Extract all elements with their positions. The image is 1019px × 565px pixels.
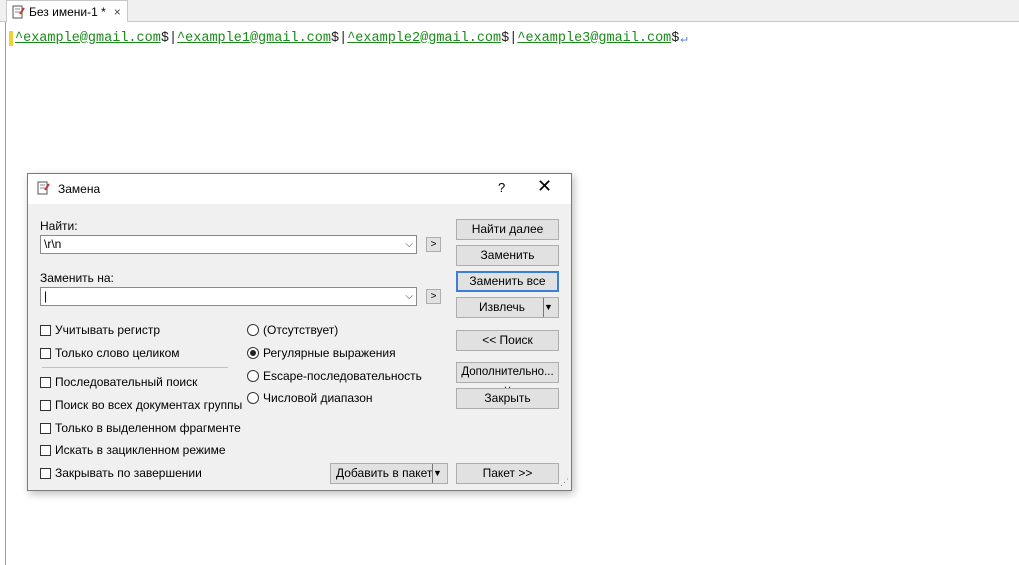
checkbox-label: Учитывать регистр (55, 323, 161, 337)
more-options-button[interactable]: Дополнительно... ˅ (456, 362, 559, 397)
checkbox-label: Искать в зацикленном режиме (55, 443, 226, 457)
radio-button[interactable] (247, 392, 259, 404)
pipe-separator: | (509, 30, 518, 46)
tab-bar: Без имени-1 * × (0, 0, 1019, 22)
editor-line-1: ^example@gmail.com $ | ^example1@gmail.com $… (9, 30, 688, 46)
anchor-end: $ (330, 30, 340, 46)
replace-button[interactable]: Заменить (456, 245, 559, 266)
regex-token: ^example2@gmail.com (347, 30, 502, 46)
current-line-marker (9, 30, 13, 46)
anchor-end: $ (160, 30, 169, 46)
radio-none[interactable]: (Отсутствует) (247, 323, 338, 337)
add-to-batch-label: Добавить в пакет (336, 466, 433, 480)
replace-input[interactable]: | ⌵ (40, 287, 417, 306)
chevron-down-icon[interactable]: ⌵ (405, 288, 413, 305)
in-selection-checkbox[interactable]: Только в выделенном фрагменте (40, 421, 241, 435)
tab-title: Без имени-1 * (29, 4, 106, 19)
extract-label: Извлечь (479, 300, 526, 314)
checkbox-label: Закрывать по завершении (55, 466, 202, 480)
close-button[interactable]: Закрыть (456, 388, 559, 409)
checkbox-box[interactable] (40, 444, 51, 456)
find-input[interactable]: \r\n ⌵ (40, 235, 417, 254)
radio-button[interactable] (247, 347, 259, 359)
close-icon[interactable]: × (114, 5, 121, 19)
search-toggle-button[interactable]: << Поиск (456, 330, 559, 351)
pipe-separator: | (339, 30, 348, 46)
checkbox-label: Только слово целиком (55, 346, 180, 360)
radio-regex[interactable]: Регулярные выражения (247, 346, 396, 360)
checkbox-box[interactable] (40, 422, 51, 434)
resize-grip-icon[interactable]: ⋰ (560, 477, 569, 488)
sequential-search-checkbox[interactable]: Последовательный поиск (40, 375, 197, 389)
replace-label: Заменить на: (40, 271, 114, 285)
extract-button[interactable]: Извлечь ▼ (456, 297, 559, 318)
radio-button[interactable] (247, 324, 259, 336)
close-on-finish-checkbox[interactable]: Закрывать по завершении (40, 466, 202, 480)
close-icon[interactable]: ✕ (537, 176, 552, 197)
checkbox-box[interactable] (40, 376, 51, 388)
regex-token: ^example@gmail.com (15, 30, 161, 46)
document-icon (12, 5, 25, 18)
checkbox-label: Только в выделенном фрагменте (55, 421, 241, 435)
replace-all-button[interactable]: Заменить все (456, 271, 559, 292)
all-docs-checkbox[interactable]: Поиск во всех документах группы (40, 398, 242, 412)
pipe-separator: | (168, 30, 178, 46)
anchor-end: $ (671, 30, 680, 46)
checkbox-box[interactable] (40, 347, 51, 359)
checkbox-label: Последовательный поиск (55, 375, 198, 389)
tab-untitled-1[interactable]: Без имени-1 * × (6, 0, 128, 22)
document-icon (37, 181, 50, 195)
radio-button[interactable] (247, 370, 259, 382)
help-button[interactable]: ? (498, 180, 505, 195)
find-next-button[interactable]: Найти далее (456, 219, 559, 240)
replace-dialog: Замена ? ✕ Найти: \r\n ⌵ > Заменить на: … (27, 173, 572, 491)
checkbox-box[interactable] (40, 467, 51, 479)
newline-marker-icon: ↵ (680, 31, 688, 46)
radio-label: Escape-последовательность (263, 369, 422, 383)
batch-button[interactable]: Пакет >> (456, 463, 559, 484)
whole-word-checkbox[interactable]: Только слово целиком (40, 346, 180, 360)
regex-token: ^example3@gmail.com (517, 30, 672, 46)
checkbox-label: Поиск во всех документах группы (55, 398, 243, 412)
regex-token: ^example1@gmail.com (177, 30, 331, 46)
divider (42, 367, 228, 368)
radio-label: Числовой диапазон (263, 391, 373, 405)
replace-value: | (44, 289, 48, 303)
dropdown-arrow-icon[interactable]: ▼ (432, 464, 447, 483)
radio-label: Регулярные выражения (263, 346, 396, 360)
dialog-titlebar[interactable]: Замена ? ✕ (28, 174, 571, 204)
wrap-around-checkbox[interactable]: Искать в зацикленном режиме (40, 443, 226, 457)
add-to-batch-button[interactable]: Добавить в пакет ▼ (330, 463, 448, 484)
checkbox-box[interactable] (40, 324, 51, 336)
checkbox-box[interactable] (40, 399, 51, 411)
anchor-end: $ (501, 30, 510, 46)
dropdown-arrow-icon[interactable]: ▼ (543, 298, 558, 317)
chevron-down-icon[interactable]: ⌵ (405, 236, 413, 253)
radio-escape[interactable]: Escape-последовательность (247, 369, 422, 383)
find-insert-button[interactable]: > (426, 237, 441, 252)
match-case-checkbox[interactable]: Учитывать регистр (40, 323, 160, 337)
radio-numeric-range[interactable]: Числовой диапазон (247, 391, 373, 405)
replace-insert-button[interactable]: > (426, 289, 441, 304)
find-label: Найти: (40, 219, 78, 233)
find-value: \r\n (44, 237, 62, 251)
radio-label: (Отсутствует) (263, 323, 339, 337)
dialog-title: Замена (58, 182, 101, 196)
